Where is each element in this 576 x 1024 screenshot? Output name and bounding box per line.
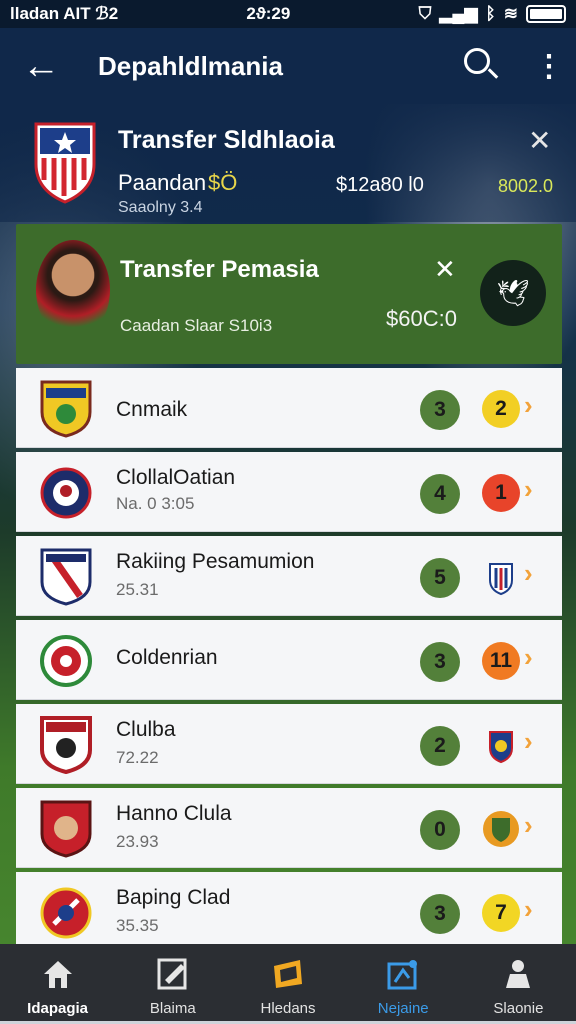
club-name: Cnmaik	[116, 398, 188, 421]
close-icon[interactable]: ✕	[528, 124, 551, 157]
scan-icon	[387, 960, 418, 990]
club-subtitle: 25.31	[116, 580, 159, 599]
page-title: Depahldlmania	[98, 50, 283, 81]
club-name: ClollalOatian	[116, 466, 236, 489]
transfer-amount-secondary: 8002.0	[498, 176, 554, 196]
club-subtitle: 23.93	[116, 832, 159, 851]
rank-badge: 11	[482, 642, 520, 680]
club-name: Coldenrian	[116, 646, 218, 669]
more-vert-icon[interactable]: ⋮	[534, 49, 564, 84]
nav-label: Slaonie	[493, 1000, 544, 1017]
promo-amount: $60C:0	[386, 306, 457, 331]
app-bar: ← Depahldlmania ⋮	[0, 28, 576, 104]
mini-crest-icon	[489, 563, 513, 596]
chevron-right-icon[interactable]: ›	[524, 474, 533, 505]
nav-item-tickets[interactable]: Hledans	[230, 944, 345, 1024]
player-icon	[506, 960, 531, 988]
battery-icon	[525, 5, 566, 23]
club-crest-icon	[40, 635, 92, 687]
nav-item-home[interactable]: Idapagia	[0, 944, 115, 1024]
player-avatar	[36, 240, 110, 340]
promo-subtitle: Caadan Slaar S10i3	[120, 316, 273, 335]
promo-transfer-card[interactable]: Transfer Pemasia Caadan Slaar S10i3 $60C…	[16, 224, 562, 364]
club-name: Rakiing Pesamumion	[116, 550, 315, 573]
back-arrow-icon[interactable]: ←	[22, 47, 72, 85]
club-subtitle: 35.35	[116, 916, 159, 935]
wifi-icon: ≋	[503, 4, 518, 23]
bluetooth-icon: ᛒ	[485, 4, 496, 23]
list-item[interactable]: ClollalOatian Na. 0 3:05 4 1 ›	[16, 452, 562, 532]
club-subtitle: 72.22	[116, 748, 159, 767]
club-crest-icon	[40, 716, 92, 774]
edit-icon	[157, 958, 187, 990]
carrier-label: lladan AIT ℬ2	[10, 4, 119, 23]
ticket-icon	[274, 960, 302, 988]
score-badge: 3	[420, 390, 460, 430]
club-crest-icon	[40, 380, 92, 438]
club-subtitle: Na. 0 3:05	[116, 494, 195, 513]
score-badge: 0	[420, 810, 460, 850]
close-icon[interactable]: ✕	[434, 254, 456, 285]
club-crest-icon	[40, 467, 92, 519]
chevron-right-icon[interactable]: ›	[524, 894, 533, 925]
transfer-summary-card[interactable]: Transfer Sldhlaoia Paandan $Ö $12a80 l0 …	[0, 104, 576, 222]
score-badge: 3	[420, 894, 460, 934]
club-crest-icon	[40, 800, 92, 858]
home-icon	[43, 961, 72, 988]
list-item[interactable]: Cnmaik 3 2 ›	[16, 368, 562, 448]
club-crest-icon	[40, 548, 92, 606]
club-name: Baping Clad	[116, 886, 231, 909]
club-list: Cnmaik 3 2 › ClollalOatian Na. 0 3:05 4 …	[16, 368, 562, 956]
score-badge: 2	[420, 726, 460, 766]
bottom-navigation: Idapagia Blaima Hledans Nejaine Slaonie	[0, 944, 576, 1024]
transfer-fee: $Ö	[208, 170, 238, 195]
search-icon[interactable]	[460, 44, 504, 88]
nav-label: Hledans	[260, 1000, 316, 1017]
nav-label: Blaima	[149, 1000, 196, 1017]
score-badge: 3	[420, 642, 460, 682]
bird-icon[interactable]: 🕊	[480, 260, 546, 326]
chevron-right-icon[interactable]: ›	[524, 726, 533, 757]
transfer-player-name: Paandan	[118, 170, 207, 195]
list-item[interactable]: Clulba 72.22 2 ›	[16, 704, 562, 784]
clock: 2ϑ:29	[246, 4, 291, 23]
club-crest-icon	[40, 887, 92, 939]
club-crest-icon	[34, 122, 96, 204]
transfer-subtitle: Saaolny 3.4	[118, 199, 203, 216]
nav-label: Nejaine	[377, 1000, 429, 1017]
signal-icon: ▂▄▆	[439, 4, 478, 23]
nav-item-scan[interactable]: Nejaine	[346, 944, 461, 1024]
transfer-title: Transfer Sldhlaoia	[118, 126, 335, 154]
list-item[interactable]: Baping Clad 35.35 3 7 ›	[16, 872, 562, 952]
rank-badge: 7	[482, 894, 520, 932]
nav-item-edit[interactable]: Blaima	[115, 944, 230, 1024]
nav-label: Idapagia	[27, 1000, 89, 1017]
chevron-right-icon[interactable]: ›	[524, 810, 533, 841]
shield-icon: ⛉	[418, 4, 432, 23]
mini-crest-icon	[483, 811, 519, 847]
status-bar: lladan AIT ℬ2 2ϑ:29 ⛉ ▂▄▆ ᛒ ≋	[0, 0, 576, 28]
transfer-amount: $12a80 l0	[336, 174, 424, 196]
promo-title: Transfer Pemasia	[120, 256, 319, 283]
list-item[interactable]: Coldenrian 3 11 ›	[16, 620, 562, 700]
list-item[interactable]: Rakiing Pesamumion 25.31 5 ›	[16, 536, 562, 616]
nav-item-player[interactable]: Slaonie	[461, 944, 576, 1024]
status-icons: ⛉ ▂▄▆ ᛒ ≋	[419, 4, 566, 24]
club-name: Clulba	[116, 718, 176, 741]
rank-badge: 1	[482, 474, 520, 512]
mini-crest-icon	[489, 731, 513, 764]
rank-badge: 2	[482, 390, 520, 428]
score-badge: 5	[420, 558, 460, 598]
chevron-right-icon[interactable]: ›	[524, 642, 533, 673]
list-item[interactable]: Hanno Clula 23.93 0 ›	[16, 788, 562, 868]
club-name: Hanno Clula	[116, 802, 232, 825]
chevron-right-icon[interactable]: ›	[524, 390, 533, 421]
score-badge: 4	[420, 474, 460, 514]
chevron-right-icon[interactable]: ›	[524, 558, 533, 589]
